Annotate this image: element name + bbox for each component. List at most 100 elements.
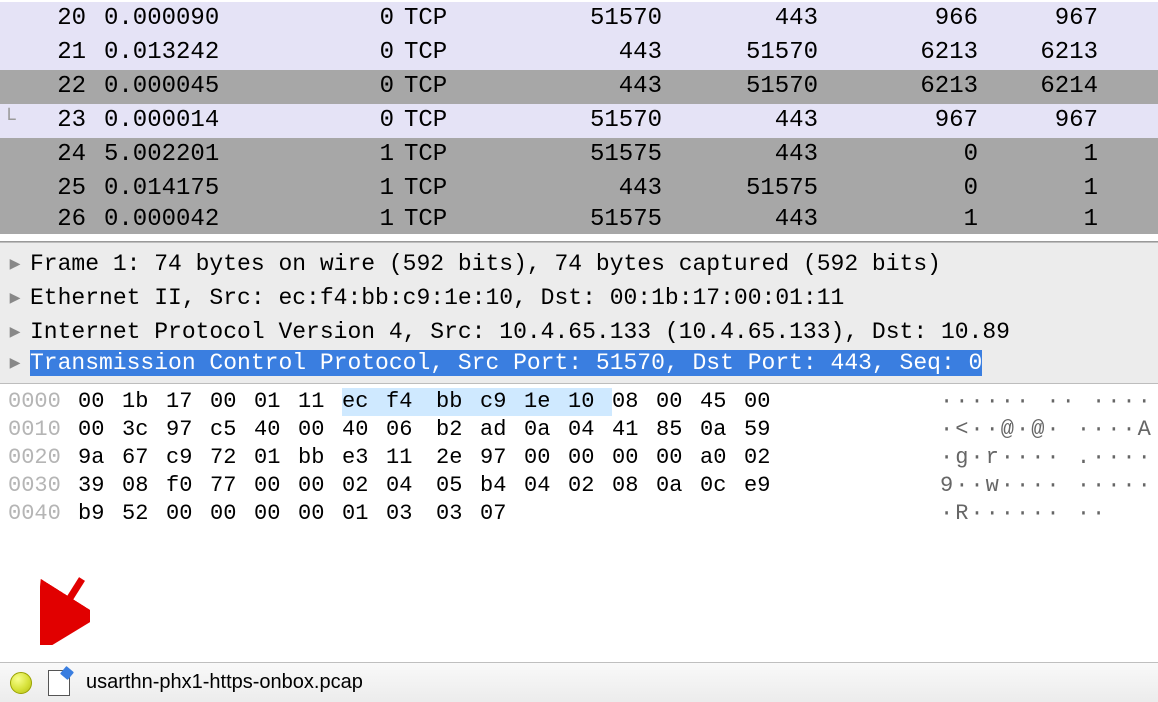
detail-tree-row[interactable]: ▶Ethernet II, Src: ec:f4:bb:c9:1e:10, Ds… xyxy=(0,281,1158,315)
hex-byte: 08 xyxy=(612,472,656,500)
hex-offset: 0040 xyxy=(8,500,78,528)
hex-byte: 05 xyxy=(436,472,480,500)
hex-byte: 11 xyxy=(298,388,342,416)
packet-cell-len: 1 xyxy=(358,206,394,234)
hex-byte: 10 xyxy=(568,388,612,416)
hex-byte: bb xyxy=(298,444,342,472)
packet-row[interactable]: 260.0000421TCP5157544311 xyxy=(0,206,1158,234)
hex-byte: 40 xyxy=(254,416,298,444)
hex-byte: 40 xyxy=(342,416,386,444)
hex-ascii: 9··w···· ····· xyxy=(940,472,1153,500)
hex-byte: 01 xyxy=(342,500,386,528)
hex-byte: 00 xyxy=(166,500,210,528)
hex-byte: 0a xyxy=(700,416,744,444)
disclosure-triangle-icon[interactable]: ▶ xyxy=(0,253,30,275)
hex-ascii: ······ ·· ···· xyxy=(940,388,1153,416)
packet-cell-num: 25 xyxy=(0,172,92,206)
hex-row[interactable]: 0040b9520000000001030307·R······ ·· xyxy=(8,500,1158,528)
packet-bytes-pane[interactable]: 0000001b17000111ecf4bbc91e1008004500····… xyxy=(0,384,1158,638)
packet-details-pane[interactable]: ▶Frame 1: 74 bytes on wire (592 bits), 7… xyxy=(0,242,1158,384)
hex-byte: 00 xyxy=(744,388,788,416)
packet-cell-seq: 967 xyxy=(818,104,978,138)
hex-byte: b4 xyxy=(480,472,524,500)
packet-cell-len: 0 xyxy=(358,70,394,104)
packet-cell-time: 0.000045 xyxy=(92,70,358,104)
packet-row[interactable]: 210.0132420TCP4435157062136213 xyxy=(0,36,1158,70)
hex-byte: 1e xyxy=(524,388,568,416)
packet-cell-dport: 51570 xyxy=(662,70,818,104)
hex-byte: 1b xyxy=(122,388,166,416)
hex-byte: 77 xyxy=(210,472,254,500)
hex-ascii: ·g·r···· .···· xyxy=(940,444,1153,472)
packet-cell-len: 0 xyxy=(358,2,394,36)
hex-bytes: 003c97c540004006b2ad0a0441850a59 xyxy=(78,416,788,444)
hex-byte: 17 xyxy=(166,388,210,416)
hex-byte: 00 xyxy=(298,500,342,528)
packet-cell-num: 24 xyxy=(0,138,92,172)
hex-byte: 45 xyxy=(700,388,744,416)
hex-byte: f0 xyxy=(166,472,210,500)
hex-byte: 07 xyxy=(480,500,524,528)
disclosure-triangle-icon[interactable]: ▶ xyxy=(0,321,30,343)
packet-cell-seq: 6213 xyxy=(818,36,978,70)
packet-cell-num: 26 xyxy=(0,206,92,234)
edit-capture-file-icon[interactable] xyxy=(48,670,70,696)
detail-text: Ethernet II, Src: ec:f4:bb:c9:1e:10, Dst… xyxy=(30,285,844,311)
hex-row[interactable]: 0010003c97c540004006b2ad0a0441850a59·<··… xyxy=(8,416,1158,444)
packet-cell-ack: 1 xyxy=(978,172,1098,206)
hex-byte: b9 xyxy=(78,500,122,528)
hex-bytes: b9520000000001030307 xyxy=(78,500,788,528)
hex-row[interactable]: 00209a67c97201bbe3112e9700000000a002·g·r… xyxy=(8,444,1158,472)
hex-byte: 00 xyxy=(656,444,700,472)
packet-cell-sport: 51570 xyxy=(514,2,662,36)
hex-byte: 03 xyxy=(436,500,480,528)
hex-byte xyxy=(656,500,700,528)
packet-cell-sport: 51575 xyxy=(514,138,662,172)
hex-row[interactable]: 0000001b17000111ecf4bbc91e1008004500····… xyxy=(8,388,1158,416)
packet-row[interactable]: └230.0000140TCP51570443967967 xyxy=(0,104,1158,138)
hex-byte: c5 xyxy=(210,416,254,444)
detail-tree-row[interactable]: ▶Internet Protocol Version 4, Src: 10.4.… xyxy=(0,315,1158,349)
expert-info-indicator-icon[interactable] xyxy=(10,672,32,694)
hex-byte: ec xyxy=(342,388,386,416)
packet-cell-proto: TCP xyxy=(394,172,514,206)
hex-byte: 00 xyxy=(254,472,298,500)
hex-byte: 02 xyxy=(744,444,788,472)
packet-row[interactable]: 220.0000450TCP4435157062136214 xyxy=(0,70,1158,104)
packet-row[interactable]: 245.0022011TCP5157544301 xyxy=(0,138,1158,172)
detail-tree-row[interactable]: ▶Transmission Control Protocol, Src Port… xyxy=(0,349,1158,377)
hex-row[interactable]: 00303908f0770000020405b40402080a0ce99··w… xyxy=(8,472,1158,500)
hex-byte: 04 xyxy=(524,472,568,500)
packet-cell-sport: 51570 xyxy=(514,104,662,138)
disclosure-triangle-icon[interactable]: ▶ xyxy=(0,287,30,309)
disclosure-triangle-icon[interactable]: ▶ xyxy=(0,352,30,374)
packet-cell-ack: 967 xyxy=(978,104,1098,138)
hex-byte: 00 xyxy=(210,500,254,528)
packet-cell-proto: TCP xyxy=(394,138,514,172)
detail-tree-row[interactable]: ▶Frame 1: 74 bytes on wire (592 bits), 7… xyxy=(0,247,1158,281)
hex-byte: 06 xyxy=(386,416,436,444)
hex-byte: 11 xyxy=(386,444,436,472)
packet-row[interactable]: 200.0000900TCP51570443966967 xyxy=(0,2,1158,36)
hex-byte: 00 xyxy=(298,416,342,444)
hex-byte: 01 xyxy=(254,388,298,416)
hex-byte xyxy=(568,500,612,528)
hex-byte: 00 xyxy=(524,444,568,472)
packet-cell-proto: TCP xyxy=(394,70,514,104)
packet-row[interactable]: 250.0141751TCP4435157501 xyxy=(0,172,1158,206)
hex-byte: 59 xyxy=(744,416,788,444)
packet-cell-dport: 443 xyxy=(662,2,818,36)
hex-bytes: 001b17000111ecf4bbc91e1008004500 xyxy=(78,388,788,416)
packet-list[interactable]: 200.0000900TCP51570443966967210.0132420T… xyxy=(0,0,1158,242)
hex-bytes: 3908f0770000020405b40402080a0ce9 xyxy=(78,472,788,500)
packet-cell-dport: 51575 xyxy=(662,172,818,206)
capture-filename: usarthn-phx1-https-onbox.pcap xyxy=(86,671,363,694)
hex-byte: 0c xyxy=(700,472,744,500)
packet-cell-num: 21 xyxy=(0,36,92,70)
hex-byte: 97 xyxy=(166,416,210,444)
hex-byte: 02 xyxy=(342,472,386,500)
packet-cell-seq: 1 xyxy=(818,206,978,234)
conversation-tree-glyph-icon: └ xyxy=(0,104,18,138)
hex-byte: 72 xyxy=(210,444,254,472)
hex-byte: 00 xyxy=(254,500,298,528)
